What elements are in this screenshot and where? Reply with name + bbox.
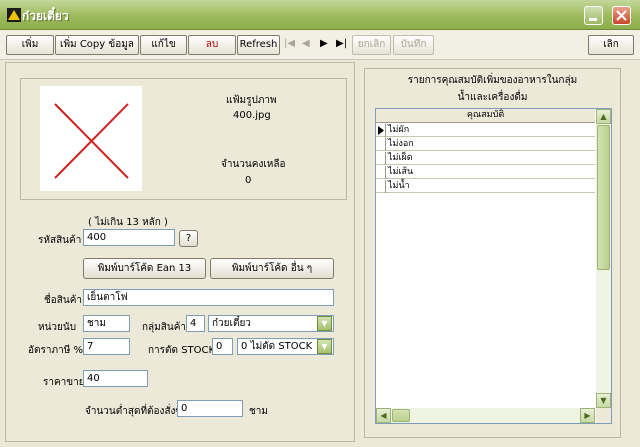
last-record-button[interactable]: ▶|: [336, 38, 347, 49]
options-title: รายการคุณสมบัติเพิ่มของอาหารในกลุ่ม: [407, 75, 578, 86]
product-image[interactable]: [40, 86, 142, 191]
scroll-right-button[interactable]: ▶: [580, 408, 595, 423]
table-row[interactable]: ไม่น้ำ: [376, 180, 595, 193]
row-selector: [376, 166, 386, 179]
unit-input[interactable]: ชาม: [83, 315, 130, 332]
vertical-scroll-thumb[interactable]: [597, 125, 610, 270]
stock-label: การตัด STOCK: [148, 345, 216, 356]
row-pointer-icon: [376, 124, 386, 137]
price-label: ราคาขาย: [43, 377, 85, 388]
remaining-label: จำนวนคงเหลือ: [221, 159, 286, 170]
vat-input[interactable]: 7: [83, 338, 130, 355]
minimize-icon: [589, 18, 597, 21]
table-cell: ไม่ผัก: [388, 125, 410, 135]
next-record-button[interactable]: ▶: [320, 38, 328, 49]
vat-label: อัตราภาษี %: [28, 345, 83, 356]
stock-code-input[interactable]: 0: [212, 338, 233, 355]
table-row[interactable]: ไม่งอก: [376, 138, 595, 151]
first-record-button[interactable]: |◀: [284, 38, 295, 49]
table-row[interactable]: ไม่ผัก: [376, 124, 595, 137]
row-selector: [376, 180, 386, 193]
table-cell: ไม่เผ็ด: [388, 153, 413, 163]
save-button[interactable]: บันทึก: [393, 35, 434, 55]
table-cell: ไม่งอก: [388, 139, 414, 149]
options-column-header[interactable]: คุณสมบัติ: [376, 109, 595, 123]
group-select[interactable]: ก๋วยเตี๋ยว: [208, 315, 334, 332]
horizontal-scroll-thumb[interactable]: [392, 409, 410, 422]
image-file-name: 400.jpg: [233, 110, 271, 121]
close-button[interactable]: [612, 6, 631, 25]
missing-image-icon: [54, 103, 129, 179]
scroll-up-button[interactable]: ▲: [596, 109, 611, 124]
add-copy-button[interactable]: เพิ่ม Copy ข้อมูล: [55, 35, 139, 55]
unit-label: หน่วยนับ: [38, 322, 77, 333]
group-label: กลุ่มสินค้า: [142, 322, 187, 333]
prev-record-button[interactable]: ◀: [302, 38, 310, 49]
product-name-input[interactable]: เย็นตาโฟ: [83, 289, 334, 306]
code-label: รหัสสินค้า: [38, 235, 82, 246]
table-cell: ไม่เส้น: [388, 167, 414, 177]
chevron-down-icon[interactable]: ▼: [317, 339, 332, 354]
group-select-value: ก๋วยเตี๋ยว: [212, 318, 251, 329]
window-title: ก๋วยเตี๋ยว: [22, 9, 69, 23]
remaining-value: 0: [245, 175, 252, 186]
row-selector: [376, 138, 386, 151]
scroll-corner: [596, 408, 611, 423]
options-subtitle: น้ำและเครื่องดื่ม: [457, 92, 528, 103]
cancel-button[interactable]: ยกเลิก: [352, 35, 391, 55]
stock-select-value: 0 ไม่ตัด STOCK: [241, 341, 313, 352]
print-other-barcode-button[interactable]: พิมพ์บาร์โค้ด อื่น ๆ: [210, 258, 334, 279]
delete-button[interactable]: ลบ: [188, 35, 236, 55]
app-icon: [7, 8, 21, 22]
image-file-label: แฟ้มรูปภาพ: [226, 95, 277, 106]
minimize-button[interactable]: [584, 6, 603, 25]
scroll-left-button[interactable]: ◀: [376, 408, 391, 423]
chevron-down-icon[interactable]: ▼: [317, 316, 332, 331]
print-ean13-button[interactable]: พิมพ์บาร์โค้ด Ean 13: [83, 258, 206, 279]
row-selector: [376, 152, 386, 165]
close-icon: [616, 10, 627, 21]
table-cell: ไม่น้ำ: [388, 181, 410, 191]
product-code-input[interactable]: 400: [83, 229, 175, 246]
table-row[interactable]: ไม่เผ็ด: [376, 152, 595, 165]
price-input[interactable]: 40: [83, 370, 148, 387]
title-bar: [0, 0, 640, 30]
name-label: ชื่อสินค้า: [44, 295, 83, 306]
exit-button[interactable]: เลิก: [588, 35, 634, 55]
min-order-unit: ชาม: [249, 406, 268, 417]
table-row[interactable]: ไม่เส้น: [376, 166, 595, 179]
refresh-button[interactable]: Refresh: [237, 35, 280, 55]
edit-button[interactable]: แก้ไข: [140, 35, 187, 55]
add-button[interactable]: เพิ่ม: [6, 35, 54, 55]
group-code-input[interactable]: 4: [186, 315, 205, 332]
min-order-label: จำนวนต่ำสุดที่ต้องสั่งซื้อ: [85, 406, 189, 417]
scroll-down-button[interactable]: ▼: [596, 393, 611, 408]
min-order-input[interactable]: 0: [177, 400, 243, 417]
code-hint: ( ไม่เกิน 13 หลัก ): [88, 217, 168, 228]
code-help-button[interactable]: ?: [179, 230, 198, 247]
